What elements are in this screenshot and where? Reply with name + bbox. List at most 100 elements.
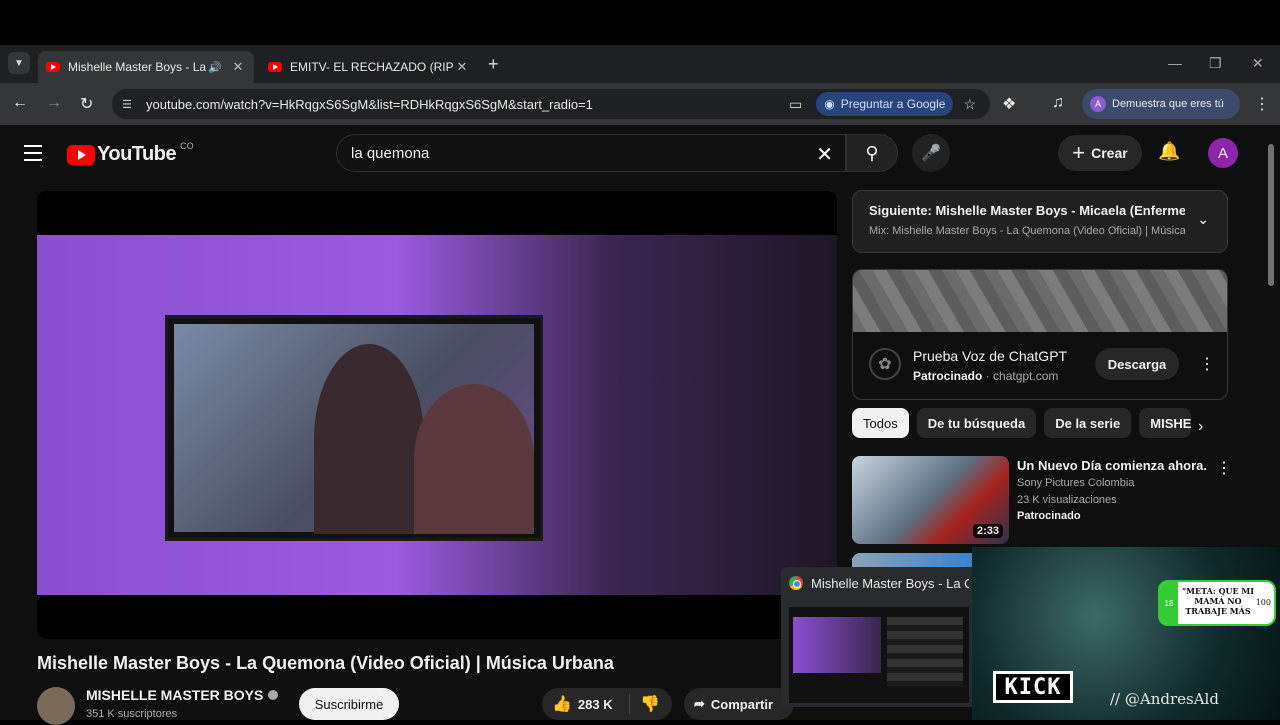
recommendation-channel: Sony Pictures Colombia [1017, 477, 1135, 489]
media-controls-icon[interactable]: ♫ [1052, 94, 1064, 112]
video-frame [37, 235, 837, 595]
tab-strip: ▼ Mishelle Master Boys - La Quemona 🔊 ✕ … [0, 45, 1280, 83]
tab-search-button[interactable]: ▼ [8, 52, 30, 74]
youtube-logo-icon [67, 144, 95, 165]
youtube-favicon-icon [268, 62, 282, 72]
chip-todos[interactable]: Todos [852, 408, 909, 438]
more-options-icon[interactable]: ⋮ [1199, 354, 1215, 374]
ad-sponsored-label: Patrocinado [913, 369, 983, 383]
goal-card-left: 18 [1160, 582, 1178, 624]
share-icon: ➦ [694, 696, 705, 711]
dislike-button[interactable]: 👎 [630, 694, 660, 714]
tab-emitv[interactable]: EMITV- EL RECHAZADO (RIP JUAN) ✕ [260, 51, 478, 83]
thumbs-up-icon: 👍 [552, 696, 572, 713]
more-options-icon[interactable]: ⋮ [1216, 458, 1232, 478]
site-info-icon[interactable]: ☰ [122, 98, 136, 111]
goal-card-text: "META: QUE MI MAMÁ NO TRABAJE MÁS [1182, 586, 1255, 616]
chatgpt-logo-icon: ✿ [869, 348, 901, 380]
goal-card: 18 "META: QUE MI MAMÁ NO TRABAJE MÁS 100 [1158, 580, 1276, 626]
webcam-overlay: 18 "META: QUE MI MAMÁ NO TRABAJE MÁS 100… [972, 547, 1280, 720]
tab-mishelle[interactable]: Mishelle Master Boys - La Quemona 🔊 ✕ [38, 51, 254, 83]
recommendation-title[interactable]: Un Nuevo Día comienza ahora. [1017, 458, 1207, 473]
speaker-icon[interactable]: 🔊 [208, 61, 222, 74]
create-button[interactable]: + Crear [1058, 135, 1142, 171]
chip-mishelle[interactable]: MISHELLE MASTER BOYS [1139, 408, 1192, 438]
chevron-right-icon[interactable]: › [1198, 418, 1203, 436]
video-scene-screen [174, 324, 534, 534]
search-input[interactable]: la quemona ✕ [336, 134, 846, 172]
like-count: 283 K [577, 696, 613, 712]
video-scene-tv [165, 315, 543, 541]
ask-google-button[interactable]: ◉ Preguntar a Google [816, 92, 954, 116]
menu-icon[interactable] [24, 145, 42, 166]
microphone-icon: 🎤 [921, 145, 941, 162]
top-black-bar [0, 0, 1280, 45]
browser-toolbar: ← → ↻ ☰ youtube.com/watch?v=HkRqgxS6SgM&… [0, 83, 1280, 125]
popup-preview-image[interactable] [789, 607, 969, 703]
chevron-down-icon[interactable]: ⌄ [1197, 211, 1209, 228]
like-dislike-group: 👍 283 K 👎 [542, 688, 672, 720]
search-button[interactable]: ⚲ [846, 134, 898, 172]
recommendation-item[interactable]: 2:33 Un Nuevo Día comienza ahora. Sony P… [852, 456, 1232, 546]
playlist-panel[interactable]: Siguiente: Mishelle Master Boys - Micael… [852, 190, 1228, 253]
channel-avatar[interactable] [37, 687, 75, 725]
video-player[interactable] [37, 191, 837, 639]
account-avatar[interactable]: A [1208, 138, 1238, 168]
voice-search-button[interactable]: 🎤 [912, 134, 950, 172]
chrome-icon [789, 576, 803, 590]
recommendation-views: 23 K visualizaciones [1017, 494, 1117, 506]
bookmark-star-icon[interactable]: ☆ [963, 96, 976, 113]
plus-icon: + [1072, 140, 1086, 165]
video-title: Mishelle Master Boys - La Quemona (Video… [37, 653, 614, 673]
minimize-icon[interactable]: — [1168, 55, 1182, 71]
country-code: CO [180, 140, 194, 151]
sponsored-ad-card[interactable]: ✿ Prueba Voz de ChatGPT Patrocinado · ch… [852, 269, 1228, 400]
youtube-logo[interactable]: YouTube CO [67, 140, 194, 166]
lens-icon: ◉ [824, 97, 835, 111]
like-button[interactable]: 👍 283 K [542, 694, 630, 714]
popup-header: Mishelle Master Boys - La Quemona [781, 567, 976, 599]
chip-de-la-serie[interactable]: De la serie [1044, 408, 1132, 438]
profile-button[interactable]: A Demuestra que eres tú [1082, 89, 1240, 119]
playlist-mix-title: Mix: Mishelle Master Boys - La Quemona (… [869, 225, 1185, 237]
clear-search-icon[interactable]: ✕ [816, 142, 833, 167]
subscribe-button[interactable]: Suscribirme [299, 688, 399, 720]
channel-name[interactable]: MISHELLE MASTER BOYS [86, 687, 263, 703]
notifications-bell-icon[interactable]: 🔔 [1158, 141, 1180, 162]
verified-icon [268, 690, 279, 700]
create-label: Crear [1091, 145, 1128, 161]
url-text[interactable]: youtube.com/watch?v=HkRqgxS6SgM&list=RDH… [146, 97, 789, 112]
close-tab-icon[interactable]: ✕ [454, 59, 470, 75]
extensions-icon[interactable]: ❖ [1002, 94, 1016, 114]
tab-title: Mishelle Master Boys - La Quemona [68, 60, 208, 74]
profile-avatar: A [1090, 96, 1106, 112]
new-tab-icon[interactable]: + [488, 54, 499, 75]
window-preview-popup[interactable]: Mishelle Master Boys - La Quemona [781, 567, 976, 707]
close-tab-icon[interactable]: ✕ [230, 59, 246, 75]
address-bar[interactable]: ☰ youtube.com/watch?v=HkRqgxS6SgM&list=R… [112, 89, 990, 119]
cast-icon[interactable]: ▭ [789, 96, 802, 113]
profile-label: Demuestra que eres tú [1112, 98, 1224, 110]
ad-meta: Patrocinado · chatgpt.com [913, 369, 1059, 383]
thumbs-down-icon: 👎 [640, 696, 660, 713]
reload-icon[interactable]: ↻ [80, 94, 93, 114]
filter-chips: Todos De tu búsqueda De la serie MISHELL… [852, 408, 1199, 438]
logo-text: YouTube [97, 143, 177, 165]
preview-sidebar [887, 617, 963, 687]
ad-title: Prueba Voz de ChatGPT [913, 348, 1068, 364]
chip-de-tu-busqueda[interactable]: De tu búsqueda [916, 408, 1037, 438]
ad-banner-image [853, 270, 1227, 332]
channel-name-row[interactable]: MISHELLE MASTER BOYS [86, 687, 279, 703]
forward-icon[interactable]: → [46, 94, 62, 112]
restore-icon[interactable]: ❐ [1209, 55, 1222, 72]
recommendation-tag: Patrocinado [1017, 510, 1081, 522]
recommendation-thumbnail[interactable]: 2:33 [852, 456, 1009, 544]
close-window-icon[interactable]: ✕ [1252, 55, 1264, 72]
share-button[interactable]: ➦ Compartir [684, 688, 794, 720]
subscriber-count: 351 K suscriptores [86, 708, 178, 720]
streamer-handle: // @AndresAld [1110, 690, 1219, 708]
browser-menu-icon[interactable]: ⋮ [1254, 94, 1270, 114]
back-icon[interactable]: ← [12, 94, 28, 112]
ad-download-button[interactable]: Descarga [1095, 348, 1179, 380]
scroll-thumb[interactable] [1268, 144, 1274, 286]
